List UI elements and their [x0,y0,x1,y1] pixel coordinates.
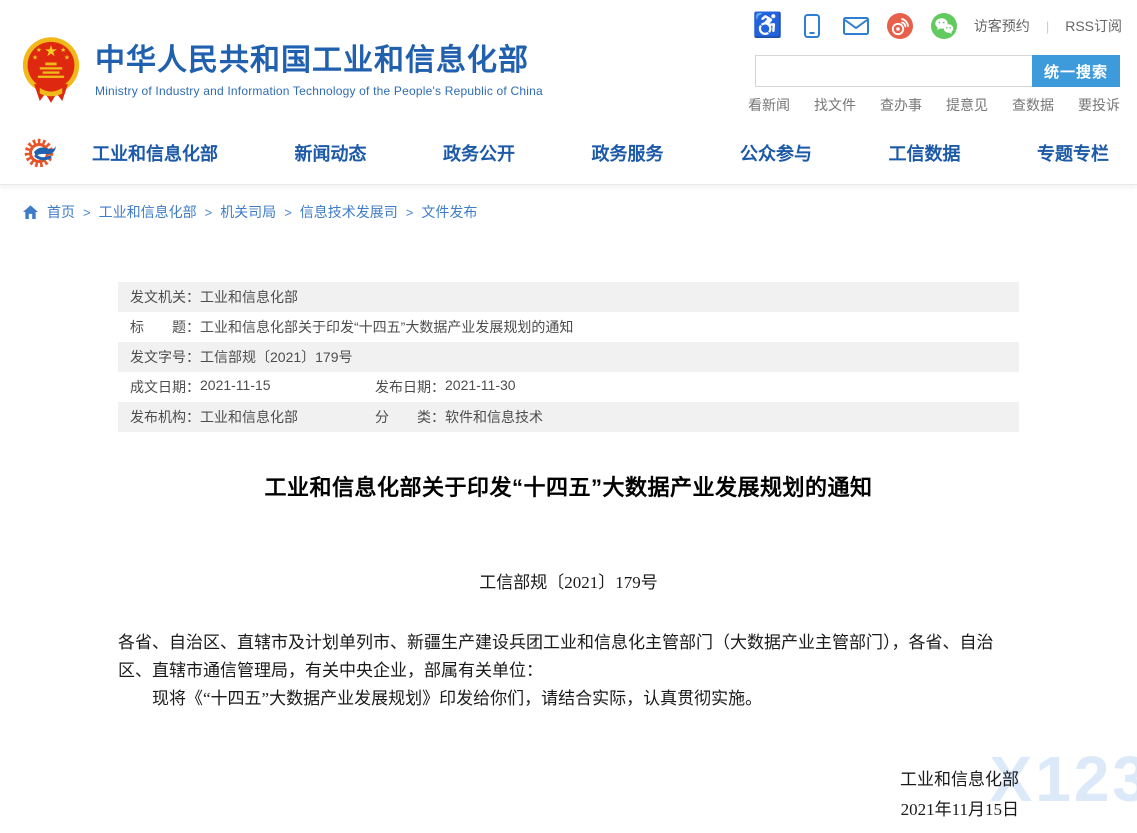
svg-text:★: ★ [44,42,57,60]
topbar-divider: | [1046,19,1049,34]
breadcrumb-it-development[interactable]: 信息技术发展司 [300,202,398,222]
breadcrumb-document-release[interactable]: 文件发布 [421,202,477,222]
visitor-appointment-link[interactable]: 访客预约 [974,16,1030,36]
meta-value: 2021-11-30 [445,377,516,397]
breadcrumb: 首页 > 工业和信息化部 > 机关司局 > 信息技术发展司 > 文件发布 [0,185,1137,222]
mobile-icon[interactable] [798,12,826,40]
site-subtitle: Ministry of Industry and Information Tec… [95,84,543,98]
meta-label: 发布机构： [130,407,200,427]
meta-row-title: 标 题： 工业和信息化部关于印发“十四五”大数据产业发展规划的通知 [118,312,1019,342]
topbar: ♿ [754,12,1122,40]
svg-text:★: ★ [64,54,70,62]
quick-link-data[interactable]: 查数据 [1012,95,1054,115]
page: X123 ♿ [0,0,1137,833]
miit-gear-logo-icon[interactable] [24,135,60,171]
signature-block: 工业和信息化部 2021年11月15日 [118,765,1019,825]
breadcrumb-home[interactable]: 首页 [47,202,75,222]
document-paragraph: 各省、自治区、直辖市及计划单列市、新疆生产建设兵团工业和信息化主管部门（大数据产… [118,629,1019,685]
svg-text:★: ★ [32,54,38,62]
breadcrumb-separator: > [83,205,91,220]
document-body: 各省、自治区、直辖市及计划单列市、新疆生产建设兵团工业和信息化主管部门（大数据产… [118,629,1019,713]
meta-label: 发文字号： [130,347,200,367]
quick-link-files[interactable]: 找文件 [814,95,856,115]
header: ♿ [0,0,1137,122]
nav-item-gov-services[interactable]: 政务服务 [592,140,664,166]
rss-subscribe-link[interactable]: RSS订阅 [1065,16,1122,36]
meta-row-publisher-category: 发布机构： 工业和信息化部 分 类： 软件和信息技术 [118,402,1019,432]
meta-label: 成文日期： [130,377,200,397]
quick-link-suggestions[interactable]: 提意见 [946,95,988,115]
nav-item-special-columns[interactable]: 专题专栏 [1037,140,1109,166]
signature-organization: 工业和信息化部 [118,765,1019,795]
meta-value: 2021-11-15 [200,377,271,397]
breadcrumb-departments[interactable]: 机关司局 [220,202,276,222]
signature-date: 2021年11月15日 [118,795,1019,825]
meta-label: 标 题： [130,317,200,337]
breadcrumb-separator: > [284,205,292,220]
search-box: 统一搜索 [755,55,1120,87]
mail-icon[interactable] [842,12,870,40]
unified-search-button[interactable]: 统一搜索 [1032,55,1120,87]
main-content: 发文机关： 工业和信息化部 标 题： 工业和信息化部关于印发“十四五”大数据产业… [118,282,1019,825]
document-paragraph: 现将《“十四五”大数据产业发展规划》印发给你们，请结合实际，认真贯彻实施。 [118,685,1019,713]
meta-label: 发布日期： [375,377,445,397]
quick-links: 看新闻 找文件 查办事 提意见 查数据 要投诉 [748,95,1120,115]
site-title-block: 中华人民共和国工业和信息化部 Ministry of Industry and … [95,44,543,98]
nav-item-news[interactable]: 新闻动态 [295,140,367,166]
meta-value: 工业和信息化部 [200,407,298,427]
accessibility-icon[interactable]: ♿ [754,12,782,40]
meta-value: 软件和信息技术 [445,407,543,427]
nav-item-public-participation[interactable]: 公众参与 [740,140,812,166]
nav-item-gov-disclosure[interactable]: 政务公开 [443,140,515,166]
meta-row-document-number: 发文字号： 工信部规〔2021〕179号 [118,342,1019,372]
meta-row-issuing-agency: 发文机关： 工业和信息化部 [118,282,1019,312]
main-nav: 工业和信息化部 新闻动态 政务公开 政务服务 公众参与 工信数据 专题专栏 [0,122,1137,185]
document-title: 工业和信息化部关于印发“十四五”大数据产业发展规划的通知 [118,470,1019,502]
breadcrumb-separator: > [205,205,213,220]
meta-value: 工业和信息化部 [200,287,298,307]
breadcrumb-miit[interactable]: 工业和信息化部 [99,202,197,222]
quick-link-services[interactable]: 查办事 [880,95,922,115]
nav-item-miit-data[interactable]: 工信数据 [889,140,961,166]
quick-link-news[interactable]: 看新闻 [748,95,790,115]
meta-row-dates: 成文日期： 2021-11-15 发布日期： 2021-11-30 [118,372,1019,402]
document-number: 工信部规〔2021〕179号 [118,568,1019,593]
breadcrumb-separator: > [406,205,414,220]
site-title: 中华人民共和国工业和信息化部 [95,44,543,78]
quick-link-complaints[interactable]: 要投诉 [1078,95,1120,115]
nav-item-miit[interactable]: 工业和信息化部 [92,140,218,166]
nav-items: 工业和信息化部 新闻动态 政务公开 政务服务 公众参与 工信数据 专题专栏 [92,140,1109,166]
meta-value: 工业和信息化部关于印发“十四五”大数据产业发展规划的通知 [200,317,573,337]
wechat-icon[interactable] [930,12,958,40]
national-emblem-icon: ★ ★ ★ ★ ★ [21,35,81,105]
meta-value: 工信部规〔2021〕179号 [200,347,353,367]
document-meta-table: 发文机关： 工业和信息化部 标 题： 工业和信息化部关于印发“十四五”大数据产业… [118,282,1019,432]
meta-label: 分 类： [375,407,445,427]
weibo-icon[interactable] [886,12,914,40]
meta-label: 发文机关： [130,287,200,307]
search-input[interactable] [755,55,1032,87]
home-icon[interactable] [22,204,39,220]
